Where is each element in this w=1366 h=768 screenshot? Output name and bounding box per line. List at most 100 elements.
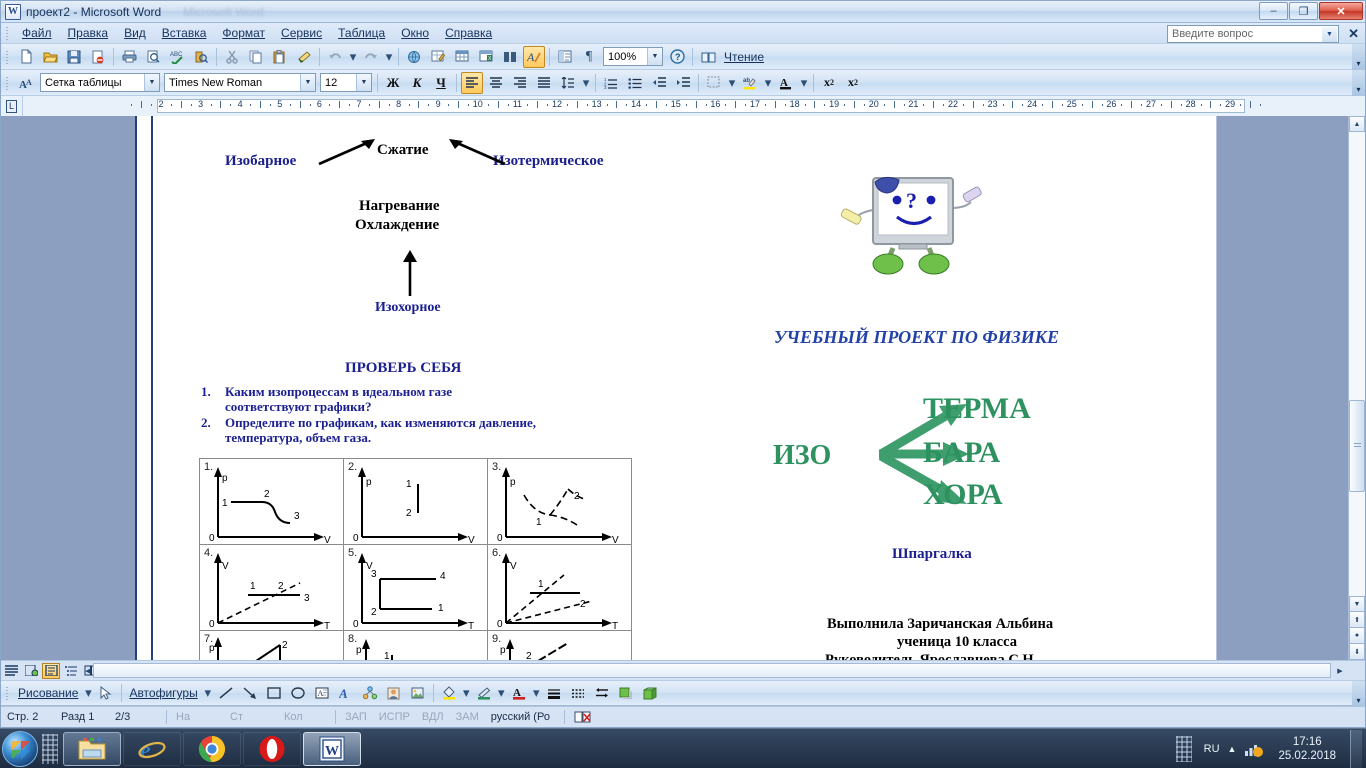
close-document-button[interactable]: ✕ xyxy=(1348,26,1359,42)
menu-tools[interactable]: Сервис xyxy=(273,24,330,42)
taskbar-word[interactable]: W xyxy=(303,731,361,766)
ask-a-question-input[interactable]: Введите вопрос ▼ xyxy=(1167,25,1339,43)
research-icon[interactable] xyxy=(190,46,212,68)
reading-layout-icon[interactable] xyxy=(697,46,719,68)
3d-style-icon[interactable] xyxy=(639,682,661,704)
graph-cell-3[interactable]: 3. p V 0 1 2 xyxy=(487,458,632,545)
maximize-button[interactable]: ❐ xyxy=(1289,2,1318,20)
minimize-button[interactable]: – xyxy=(1259,2,1288,20)
font-size-select[interactable]: 12 ▼ xyxy=(320,73,372,92)
reading-label[interactable]: Чтение xyxy=(720,50,768,64)
diagram-icon[interactable] xyxy=(359,682,381,704)
line-spacing-dropdown-icon[interactable]: ▾ xyxy=(581,72,591,94)
tray-language[interactable]: RU xyxy=(1204,743,1220,755)
zoom-select[interactable]: 100% ▼ xyxy=(603,47,663,66)
fill-color-icon[interactable] xyxy=(438,682,460,704)
toolbar-grip-icon[interactable] xyxy=(3,49,11,65)
tray-grip-icon[interactable] xyxy=(1175,735,1192,762)
font-color-icon[interactable]: A xyxy=(508,682,530,704)
status-track-changes-button[interactable]: ИСПР xyxy=(373,711,416,723)
menu-edit[interactable]: Правка xyxy=(60,24,117,42)
menu-file[interactable]: Файл xyxy=(14,24,60,42)
document-page[interactable]: Изобарное Сжатие Изотермическое Нагреван… xyxy=(135,116,1217,660)
bold-button[interactable]: Ж xyxy=(382,72,404,94)
help-icon[interactable]: ? xyxy=(666,46,688,68)
wordart-icon[interactable]: A xyxy=(335,682,357,704)
close-button[interactable]: ✕ xyxy=(1319,2,1363,20)
font-color-dropdown-icon[interactable]: ▾ xyxy=(799,72,809,94)
columns-icon[interactable] xyxy=(499,46,521,68)
toolbar-grip-icon[interactable] xyxy=(3,75,11,91)
menu-view[interactable]: Вид xyxy=(116,24,154,42)
insert-excel-table-icon[interactable]: X xyxy=(475,46,497,68)
justify-icon[interactable] xyxy=(533,72,555,94)
graph-cell-2[interactable]: 2. p V 0 1 2 xyxy=(343,458,488,545)
toolbar-grip-icon[interactable] xyxy=(3,685,11,701)
graph-cell-7[interactable]: 7. p 2 xyxy=(199,630,344,660)
format-painter-icon[interactable] xyxy=(293,46,315,68)
scroll-down-button[interactable]: ▼ xyxy=(1349,596,1365,612)
drawing-icon[interactable]: A xyxy=(523,45,545,68)
graph-table[interactable]: 1. p V 0 1 2 3 2. p V 0 1 2 3. p V 0 1 2… xyxy=(199,458,632,660)
tab-selector-button[interactable]: L xyxy=(1,96,23,116)
next-page-button[interactable]: ⬇ xyxy=(1349,644,1365,660)
status-overtype-button[interactable]: ЗАМ xyxy=(450,711,485,723)
select-arrow-icon[interactable] xyxy=(95,682,117,704)
horizontal-ruler[interactable]: 2 3 4 5 6 7 8 9 10 11 12 13 14 15 16 17 18 19 20 21 22 23 24 25… xyxy=(23,96,1365,116)
graph-cell-6[interactable]: 6. V T 0 1 2 xyxy=(487,544,632,631)
align-right-icon[interactable] xyxy=(509,72,531,94)
font-select[interactable]: Times New Roman ▼ xyxy=(164,73,316,92)
taskbar-internet-explorer[interactable]: e xyxy=(123,731,181,766)
chevron-down-icon[interactable]: ▼ xyxy=(1322,27,1337,42)
vertical-scrollbar[interactable]: ▲ ▼ ⬆ ● ⬇ xyxy=(1348,116,1365,660)
scroll-right-button[interactable]: ▶ xyxy=(1333,663,1347,678)
line-spacing-icon[interactable] xyxy=(557,72,579,94)
menu-table[interactable]: Таблица xyxy=(330,24,393,42)
undo-icon[interactable] xyxy=(324,46,346,68)
graph-cell-1[interactable]: 1. p V 0 1 2 3 xyxy=(199,458,344,545)
italic-button[interactable]: К xyxy=(406,72,428,94)
horizontal-scroll-track[interactable] xyxy=(93,663,1331,678)
graph-cell-4[interactable]: 4. V T 0 1 2 3 xyxy=(199,544,344,631)
status-record-button[interactable]: ЗАП xyxy=(339,711,373,723)
underline-button[interactable]: Ч xyxy=(430,72,452,94)
print-preview-icon[interactable] xyxy=(142,46,164,68)
taskbar-opera[interactable] xyxy=(243,731,301,766)
permission-icon[interactable] xyxy=(87,46,109,68)
scroll-up-button[interactable]: ▲ xyxy=(1349,116,1365,132)
chevron-down-icon[interactable]: ▼ xyxy=(647,48,662,65)
text-box-icon[interactable]: A xyxy=(311,682,333,704)
vertical-scroll-thumb[interactable] xyxy=(1349,400,1365,492)
cut-scissors-icon[interactable] xyxy=(221,46,243,68)
toolbar-overflow-button[interactable]: ▾ xyxy=(1352,70,1365,96)
start-orb-icon[interactable] xyxy=(2,730,38,767)
menu-insert[interactable]: Вставка xyxy=(154,24,215,42)
decrease-indent-icon[interactable] xyxy=(648,72,670,94)
outline-view-icon[interactable] xyxy=(62,663,80,679)
menu-window[interactable]: Окно xyxy=(393,24,437,42)
status-language[interactable]: русский (Ро xyxy=(485,711,561,723)
oval-icon[interactable] xyxy=(287,682,309,704)
select-browse-object-button[interactable]: ● xyxy=(1349,628,1365,644)
align-left-icon[interactable] xyxy=(461,71,483,94)
graph-cell-8[interactable]: 8. p 1 xyxy=(343,630,488,660)
insert-hyperlink-icon[interactable] xyxy=(403,46,425,68)
toolbar-overflow-button[interactable]: ▾ xyxy=(1352,681,1365,707)
new-document-icon[interactable] xyxy=(15,46,37,68)
open-folder-icon[interactable] xyxy=(39,46,61,68)
numbered-list-icon[interactable]: 123 xyxy=(600,72,622,94)
superscript-icon[interactable]: x2 xyxy=(818,72,840,94)
shadow-style-icon[interactable] xyxy=(615,682,637,704)
taskbar-chrome[interactable] xyxy=(183,731,241,766)
clipart-icon[interactable] xyxy=(383,682,405,704)
chevron-down-icon[interactable]: ▼ xyxy=(300,74,315,91)
copy-icon[interactable] xyxy=(245,46,267,68)
show-formatting-icon[interactable]: ¶ xyxy=(578,46,600,68)
chevron-down-icon[interactable]: ▾ xyxy=(83,682,93,704)
graph-cell-5[interactable]: 5. V T 0 3 4 2 1 xyxy=(343,544,488,631)
undo-dropdown-icon[interactable]: ▾ xyxy=(348,46,358,68)
styles-and-formatting-icon[interactable]: AA xyxy=(15,72,37,94)
arrow-style-icon[interactable] xyxy=(591,682,613,704)
menu-help[interactable]: Справка xyxy=(437,24,500,42)
spelling-status-icon[interactable] xyxy=(568,710,622,724)
